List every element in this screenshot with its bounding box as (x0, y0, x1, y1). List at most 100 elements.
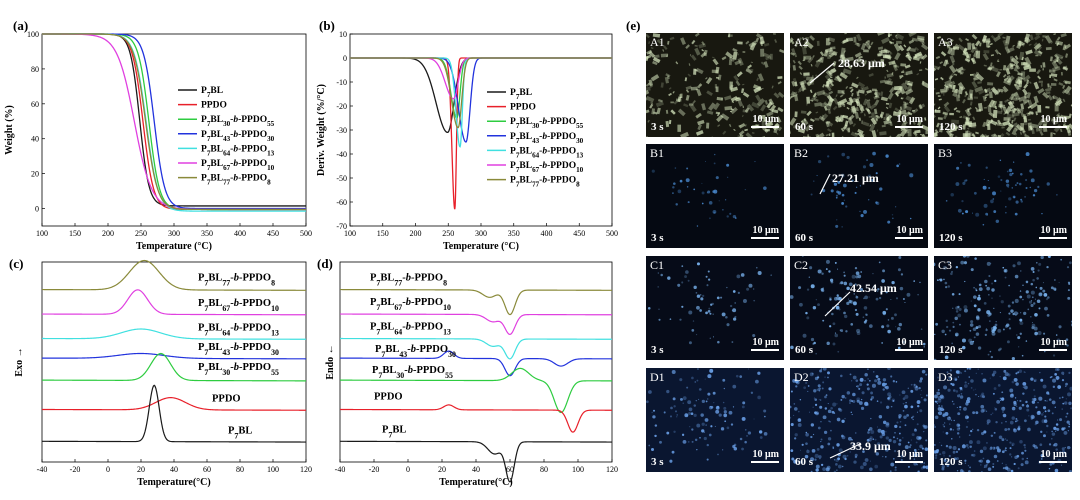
crystal-speck (988, 91, 993, 99)
crystal-speck (835, 194, 838, 197)
crystal-speck (721, 97, 723, 101)
crystal-speck (917, 470, 920, 472)
crystal-speck (706, 122, 710, 129)
crystal-speck (844, 314, 848, 319)
crystal-speck (975, 411, 979, 415)
crystal-speck (820, 445, 824, 449)
crystal-speck (896, 164, 899, 168)
scale-bar-label: 10 μm (897, 449, 924, 460)
crystal-speck (755, 266, 758, 269)
curve-label-P7BL30-b-PPDO55: P7BL30-b-PPDO55 (372, 365, 453, 380)
legend-label-P7BL43-b-PPDO30-part: 30 (576, 137, 584, 145)
crystal-speck (722, 209, 724, 211)
crystal-speck (1028, 415, 1030, 417)
crystal-speck (646, 127, 647, 132)
measure-label: 33.9 μm (850, 439, 891, 453)
crystal-speck (937, 279, 939, 281)
crystal-speck (965, 425, 969, 429)
crystal-speck (679, 318, 682, 321)
crystal-speck (914, 54, 918, 59)
crystal-speck (936, 402, 938, 404)
crystal-speck (670, 101, 674, 104)
crystal-speck (921, 369, 926, 374)
crystal-speck (1037, 185, 1040, 189)
curve-label-P7BL67-b-PPDO10-part: BL (208, 298, 222, 309)
crystal-speck (1054, 288, 1057, 291)
crystal-speck (1014, 212, 1018, 216)
crystal-speck (1006, 439, 1008, 441)
crystal-speck (1064, 446, 1066, 449)
crystal-speck (1054, 368, 1058, 371)
legend-label-P7BL64-b-PPDO13-part: BL (210, 144, 223, 154)
series-line-P7BL (42, 384, 306, 443)
crystal-speck (846, 155, 850, 160)
crystal-speck (1036, 277, 1039, 280)
curve-label-PPDO: PPDO (374, 392, 403, 403)
crystal-speck (881, 124, 886, 128)
crystal-speck (739, 375, 743, 378)
x-tick-label: 300 (475, 229, 487, 238)
crystal-speck (962, 181, 966, 185)
crystal-speck (952, 389, 956, 392)
crystal-speck (879, 435, 883, 439)
crystal-speck (801, 256, 804, 257)
crystal-speck (852, 375, 857, 380)
curve-label-P7BL-part: BL (238, 425, 252, 436)
crystal-speck (988, 186, 991, 189)
crystal-speck (1067, 392, 1072, 397)
crystal-speck (718, 200, 720, 202)
crystal-speck (1038, 251, 1039, 252)
crystal-speck (1024, 449, 1027, 452)
micrograph-time: 3 s (651, 121, 664, 133)
crystal-speck (960, 372, 962, 374)
crystal-speck (689, 426, 691, 428)
crystal-speck (988, 274, 991, 278)
scale-bar-label: 10 μm (1041, 337, 1068, 348)
crystal-speck (843, 274, 846, 277)
crystal-speck (799, 302, 803, 307)
crystal-speck (859, 383, 863, 387)
crystal-speck (940, 395, 945, 400)
crystal-speck (977, 368, 979, 370)
crystal-speck (793, 403, 796, 405)
crystal-speck (641, 400, 644, 403)
crystal-speck (757, 271, 762, 276)
crystal-speck (686, 386, 689, 389)
crystal-speck (949, 428, 953, 431)
curve-label-P7BL43-b-PPDO30: P7BL43-b-PPDO30 (375, 344, 456, 359)
crystal-speck (1045, 46, 1052, 51)
crystal-speck (1042, 289, 1046, 293)
crystal-speck (772, 33, 776, 35)
crystal-speck (893, 457, 895, 460)
crystal-speck (717, 340, 720, 344)
crystal-speck (862, 165, 867, 169)
crystal-speck (890, 375, 893, 378)
crystal-speck (869, 379, 871, 382)
crystal-speck (681, 305, 684, 308)
crystal-speck (942, 431, 944, 433)
crystal-speck (682, 439, 687, 444)
crystal-speck (1030, 178, 1035, 183)
crystal-speck (1005, 464, 1007, 466)
crystal-speck (658, 308, 660, 310)
legend-label-P7BL64-b-PPDO13: P7BL64-b-PPDO13 (510, 146, 584, 159)
crystal-speck (742, 401, 746, 405)
crystal-speck (992, 412, 994, 414)
crystal-speck (703, 436, 707, 441)
crystal-speck (976, 428, 980, 432)
crystal-speck (910, 389, 914, 393)
crystal-speck (956, 470, 959, 472)
crystal-speck (834, 332, 836, 334)
crystal-speck (982, 457, 985, 460)
crystal-speck (1056, 378, 1059, 381)
crystal-speck (790, 405, 792, 409)
crystal-speck (1065, 415, 1068, 418)
series-line-P7BL43-b-PPDO30 (350, 57, 612, 143)
crystal-speck (885, 102, 890, 105)
crystal-speck (835, 219, 838, 221)
y-tick-label: -10 (336, 78, 347, 87)
plot-frame (339, 261, 613, 463)
crystal-speck (945, 444, 949, 448)
crystal-speck (882, 378, 887, 382)
crystal-speck (919, 281, 921, 284)
